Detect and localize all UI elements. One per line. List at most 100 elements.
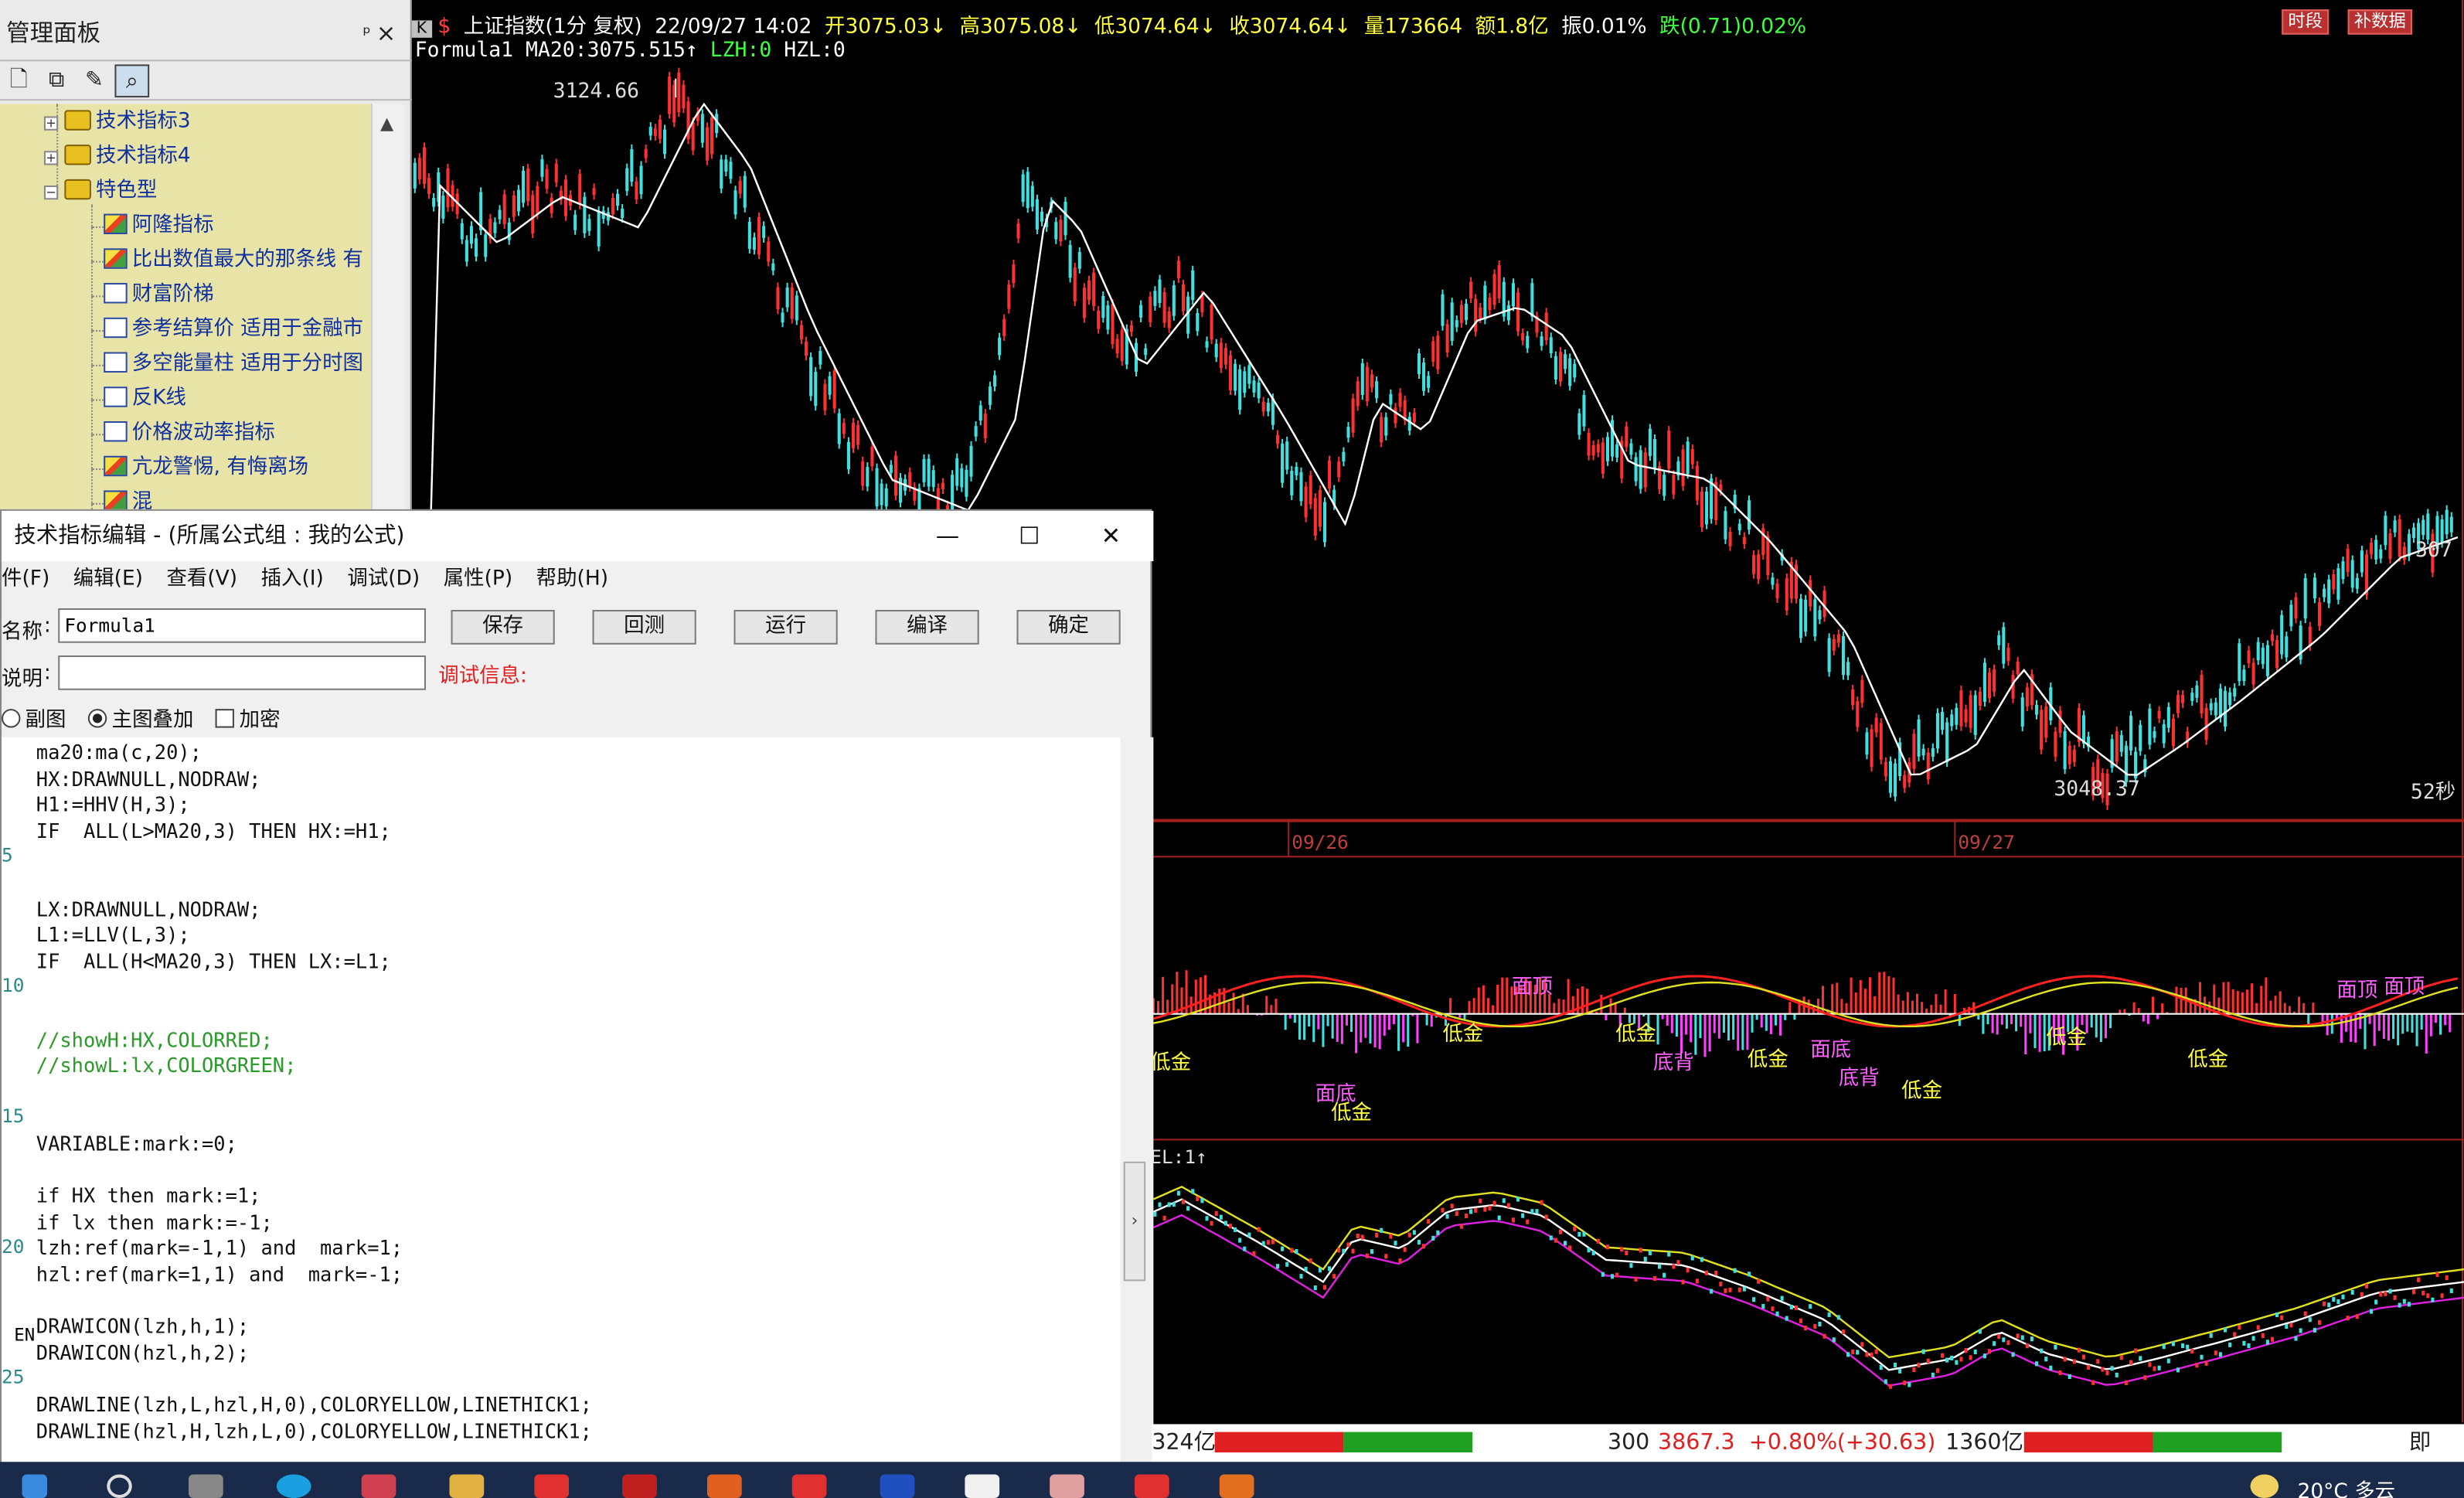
candle-body xyxy=(1573,363,1577,378)
candle-body xyxy=(747,222,751,249)
pane3-candle xyxy=(2364,1283,2369,1289)
status-right[interactable]: 即 xyxy=(2409,1424,2431,1463)
tree-item[interactable]: 混 xyxy=(104,487,152,511)
ime-indicator[interactable]: EN xyxy=(14,1325,36,1346)
app-icon-5[interactable] xyxy=(706,1474,742,1498)
tree-scrollbar[interactable]: ▲ xyxy=(370,104,406,511)
pane3-candle xyxy=(1526,1219,1530,1224)
save-button[interactable]: 保存 xyxy=(451,610,555,645)
status-pct: +0.80% xyxy=(1748,1430,1838,1456)
candle-body xyxy=(1681,449,1685,486)
candle-body xyxy=(512,195,516,217)
new-file-icon[interactable]: 🗋 xyxy=(2,64,36,97)
edge-browser-icon[interactable] xyxy=(276,1474,311,1498)
pane3-candle xyxy=(1431,1235,1435,1241)
radio-subchart-circle[interactable] xyxy=(2,709,21,728)
candle-body xyxy=(2384,516,2387,546)
pin-icon[interactable]: ᵖ xyxy=(362,12,370,53)
app-icon-11[interactable] xyxy=(1219,1474,1254,1498)
code-editor[interactable]: ma20:ma(c,20); HX:DRAWNULL,NODRAW; H1:=HHV… xyxy=(2,737,1121,1464)
pane3-candle xyxy=(1888,1384,1892,1389)
tree-item[interactable]: 比出数值最大的那条线 有 xyxy=(104,245,363,277)
desc-input[interactable] xyxy=(58,655,426,690)
radio-main-overlay-circle[interactable] xyxy=(88,709,107,728)
app-icon-3[interactable] xyxy=(534,1474,570,1498)
pane3-candle xyxy=(1757,1278,1761,1284)
app-icon-9[interactable] xyxy=(1050,1474,1084,1498)
compile-button[interactable]: 编译 xyxy=(875,610,979,645)
pane3-candle xyxy=(1346,1242,1350,1248)
close-icon[interactable]: × xyxy=(376,12,396,53)
menu-item[interactable]: 查看(V) xyxy=(166,567,237,591)
pane3-candle xyxy=(1205,1216,1209,1221)
copy-icon[interactable]: ⧉ xyxy=(39,64,74,97)
candle-body xyxy=(1558,352,1563,382)
candle-body xyxy=(1455,320,1458,328)
candle-body xyxy=(1342,451,1346,462)
app-icon-4[interactable] xyxy=(622,1474,657,1498)
windows-start-icon[interactable] xyxy=(22,1474,47,1498)
candle-body xyxy=(1483,285,1487,320)
weather-text[interactable]: 20°C 多云 xyxy=(2298,1475,2396,1498)
encrypt-checkbox[interactable]: 加密 xyxy=(216,709,281,733)
menu-item[interactable]: 属性(P) xyxy=(444,567,512,591)
app-icon-8[interactable] xyxy=(965,1474,1000,1498)
tree-item[interactable]: 反K线 xyxy=(104,383,186,415)
tree-item[interactable]: 多空能量柱 适用于分时图 xyxy=(104,349,363,380)
candle-body xyxy=(785,287,789,308)
kline-badge[interactable]: K xyxy=(411,20,432,38)
candle-body xyxy=(540,159,544,177)
name-input[interactable]: Formula1 xyxy=(58,608,426,643)
backtest-button[interactable]: 回测 xyxy=(592,610,696,645)
pane3-candle xyxy=(1544,1214,1548,1220)
app-icon-6[interactable] xyxy=(791,1474,827,1498)
tree-item[interactable]: + 技术指标3 xyxy=(43,107,191,138)
radio-main-overlay[interactable]: 主图叠加 xyxy=(88,709,193,733)
expand-panel-button[interactable]: › xyxy=(1123,1161,1146,1282)
task-view-icon[interactable] xyxy=(188,1474,223,1498)
pane3-candle xyxy=(1158,1202,1162,1207)
encrypt-checkbox-box[interactable] xyxy=(216,709,235,728)
run-button[interactable]: 运行 xyxy=(733,610,838,645)
pane3-candle xyxy=(1780,1295,1784,1301)
candle-body xyxy=(597,211,601,247)
pane3-candle xyxy=(1516,1197,1520,1202)
tree-item[interactable]: 价格波动率指标 xyxy=(104,418,275,450)
scroll-up-icon[interactable]: ▲ xyxy=(380,113,393,133)
app-icon-10[interactable] xyxy=(1134,1474,1169,1498)
pane3-candle xyxy=(1295,1249,1298,1255)
maximize-button[interactable]: ☐ xyxy=(998,511,1060,561)
indicator-tree[interactable]: + 技术指标3 + 技术指标4− 特色型 阿隆指标 比出数值最大的那条线 有财富阶梯 参考结算… xyxy=(0,104,371,511)
search-icon[interactable]: ⌕ xyxy=(114,64,150,98)
tree-item[interactable]: 阿隆指标 xyxy=(104,211,214,243)
editor-close-button[interactable]: ✕ xyxy=(1080,511,1142,561)
candle-body xyxy=(1073,267,1077,301)
code-line: if HX then mark:=1; xyxy=(36,1183,261,1208)
radio-subchart[interactable]: 副图 xyxy=(2,709,66,733)
candle-body xyxy=(1351,398,1355,433)
tree-item[interactable]: 财富阶梯 xyxy=(104,280,214,312)
tree-item[interactable]: 亢龙警惕, 有悔离场 xyxy=(104,453,308,485)
search-taskbar-icon[interactable] xyxy=(107,1474,132,1498)
app-icon-1[interactable] xyxy=(361,1474,396,1498)
menu-item[interactable]: 调试(D) xyxy=(347,567,420,591)
fill-data-button[interactable]: 补数据 xyxy=(2347,9,2412,35)
menu-item[interactable]: 帮助(H) xyxy=(536,567,608,591)
tree-item[interactable]: 参考结算价 适用于金融市 xyxy=(104,315,363,346)
menu-item[interactable]: 编辑(E) xyxy=(73,567,143,591)
pane3-candle xyxy=(1667,1251,1671,1257)
pane3-candle xyxy=(1474,1207,1478,1213)
menu-item[interactable]: 件(F) xyxy=(2,567,49,591)
period-button[interactable]: 时段 xyxy=(2282,9,2330,35)
tree-item[interactable]: + 技术指标4 xyxy=(43,141,191,173)
pane3-candle xyxy=(2101,1367,2105,1372)
pane3-candle xyxy=(2200,1354,2204,1360)
candle-body xyxy=(795,295,798,321)
tree-item[interactable]: − 特色型 xyxy=(43,176,157,208)
app-icon-2[interactable] xyxy=(449,1474,485,1498)
edit-icon[interactable]: ✎ xyxy=(77,64,112,97)
ok-button[interactable]: 确定 xyxy=(1016,610,1121,645)
minimize-button[interactable]: — xyxy=(916,511,978,561)
menu-item[interactable]: 插入(I) xyxy=(261,567,324,591)
app-icon-7[interactable] xyxy=(880,1474,915,1498)
